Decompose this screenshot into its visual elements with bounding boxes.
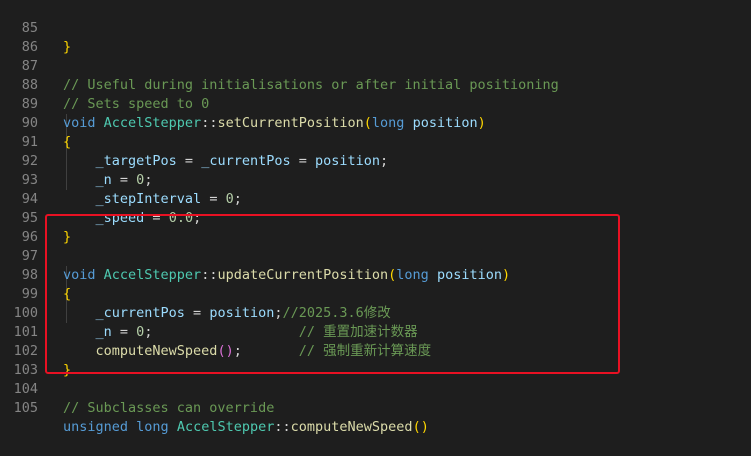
code-line[interactable]: 88 // Sets speed to 0 bbox=[0, 57, 751, 112]
code-line[interactable]: 91 _targetPos = _currentPos = position; bbox=[0, 114, 751, 169]
code-line[interactable]: 90 { bbox=[0, 95, 751, 150]
scope-operator: :: bbox=[274, 419, 291, 435]
code-line[interactable]: 85 } bbox=[0, 0, 751, 55]
code-line[interactable]: 105 unsigned long AccelStepper::computeN… bbox=[0, 380, 751, 435]
code-line[interactable]: 92 _n = 0; bbox=[0, 133, 751, 188]
code-editor[interactable]: 85 } 86 87 // Useful during initialisati… bbox=[0, 0, 751, 435]
code-line[interactable]: 86 bbox=[0, 19, 751, 55]
code-line[interactable]: 87 // Useful during initialisations or a… bbox=[0, 38, 751, 93]
code-line[interactable]: 95 } bbox=[0, 190, 751, 245]
comment: // Subclasses can override bbox=[63, 400, 275, 416]
code-line[interactable]: 93 _stepInterval = 0; bbox=[0, 152, 751, 207]
type-keyword: long bbox=[136, 419, 169, 435]
class-name: AccelStepper bbox=[176, 419, 275, 435]
keyword: unsigned bbox=[63, 419, 129, 435]
code-line[interactable]: 94 _speed = 0.0; bbox=[0, 171, 751, 226]
code-line[interactable]: 89 void AccelStepper::setCurrentPosition… bbox=[0, 76, 751, 131]
paren: () bbox=[412, 419, 429, 435]
highlight-annotation-box bbox=[45, 214, 620, 374]
function-name: computeNewSpeed bbox=[290, 419, 413, 435]
